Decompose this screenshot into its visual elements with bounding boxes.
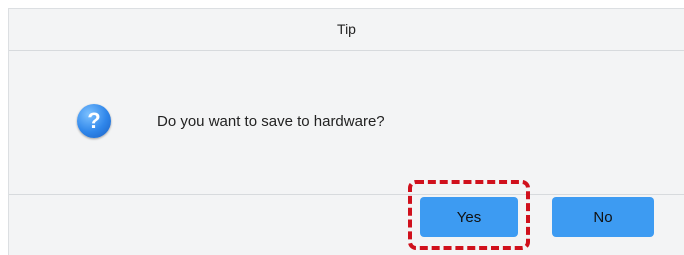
question-icon: ? (77, 104, 111, 138)
button-divider (9, 194, 684, 195)
dialog-title: Tip (337, 21, 356, 37)
message-row: ? Do you want to save to hardware? (77, 101, 385, 141)
title-divider (9, 50, 684, 51)
dialog-message: Do you want to save to hardware? (157, 112, 385, 130)
yes-button[interactable]: Yes (420, 197, 518, 237)
no-button[interactable]: No (552, 197, 654, 237)
